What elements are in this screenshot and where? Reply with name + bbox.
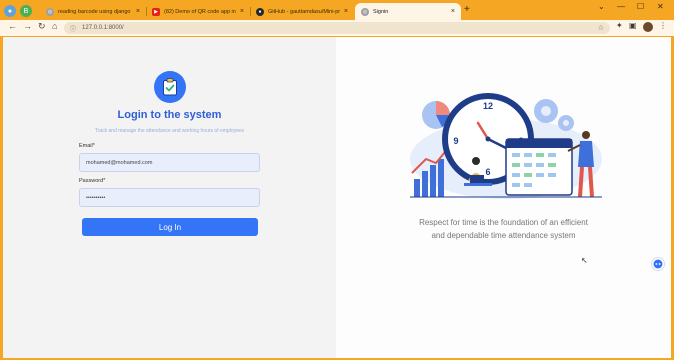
address-bar[interactable]: ⓘ 127.0.0.1:8000/ ☆ (64, 22, 610, 34)
tab-group-icon[interactable]: B (20, 5, 32, 17)
calendar-icon (505, 138, 573, 196)
tab-youtube-demo[interactable]: ▶ (82) Demo of QR code app in D... × (146, 3, 250, 20)
page-subtitle: Track and manage the attendance and work… (94, 128, 245, 134)
chat-widget-button[interactable] (651, 257, 665, 271)
login-panel: Login to the system Track and manage the… (3, 37, 336, 358)
page-title: Login to the system (117, 109, 222, 121)
menu-kebab-icon[interactable]: ⋮ (659, 21, 667, 30)
hero-tagline: Respect for time is the foundation of an… (336, 216, 671, 242)
tab-label: GitHub - gauttamdasu/Mini-pro... (268, 8, 340, 15)
globe-icon: ◎ (46, 7, 54, 16)
extensions-icon[interactable]: ✦ (616, 21, 623, 30)
profile-icon[interactable]: ● (4, 5, 16, 17)
clock-number-12: 12 (483, 101, 493, 111)
time-attendance-illustration: 12 3 6 9 (410, 93, 602, 199)
password-field[interactable]: •••••••••• (79, 188, 260, 207)
password-value: •••••••••• (86, 194, 106, 201)
maximize-icon[interactable]: ☐ (637, 2, 644, 11)
tagline-line: and dependable time attendance system (431, 231, 576, 240)
forward-icon[interactable]: → (23, 21, 32, 31)
login-button[interactable]: Log In (82, 218, 258, 236)
tab-signin[interactable]: ◎ Signin × (355, 3, 461, 20)
tab-label: reading barcode using django (58, 8, 131, 15)
clock-number-6: 6 (485, 167, 490, 177)
side-panel-icon[interactable]: ▣ (629, 21, 637, 30)
chevron-down-icon[interactable]: ⌄ (598, 2, 605, 11)
tagline-line: Respect for time is the foundation of an… (419, 218, 588, 227)
chat-icon (653, 259, 663, 269)
youtube-icon: ▶ (152, 7, 160, 16)
tab-strip-left: ● B (4, 3, 32, 19)
close-icon[interactable]: × (136, 8, 140, 15)
mouse-cursor-icon: ↖ (581, 256, 588, 265)
avatar[interactable] (643, 22, 653, 32)
new-tab-button[interactable]: + (464, 4, 470, 15)
reload-icon[interactable]: ↻ (38, 21, 46, 32)
close-icon[interactable]: × (344, 8, 348, 15)
tab-label: (82) Demo of QR code app in D... (164, 8, 236, 15)
hero-panel: 12 3 6 9 (336, 37, 671, 358)
bookmark-star-icon[interactable]: ☆ (598, 24, 604, 32)
tab-reading-barcode[interactable]: ◎ reading barcode using django × (40, 3, 146, 20)
clock-number-9: 9 (453, 136, 458, 146)
globe-icon: ◎ (361, 7, 369, 16)
window-close-icon[interactable]: ✕ (657, 2, 664, 11)
email-value: mohamed@mohamed.com (86, 159, 153, 166)
password-label: Password* (79, 178, 106, 184)
minimize-icon[interactable]: — (617, 2, 625, 11)
url-text: 127.0.0.1:8000/ (82, 25, 124, 31)
email-field[interactable]: mohamed@mohamed.com (79, 153, 260, 172)
site-info-icon[interactable]: ⓘ (70, 24, 76, 33)
tab-github[interactable]: ● GitHub - gauttamdasu/Mini-pro... × (250, 3, 354, 20)
close-icon[interactable]: × (240, 8, 244, 15)
back-icon[interactable]: ← (8, 21, 17, 31)
home-icon[interactable]: ⌂ (52, 21, 57, 31)
github-icon: ● (256, 7, 264, 16)
page-viewport: Login to the system Track and manage the… (3, 37, 671, 358)
clipboard-check-icon (154, 71, 186, 103)
tab-label: Signin (373, 8, 389, 15)
email-label: Email* (79, 143, 95, 149)
close-icon[interactable]: × (451, 8, 455, 15)
